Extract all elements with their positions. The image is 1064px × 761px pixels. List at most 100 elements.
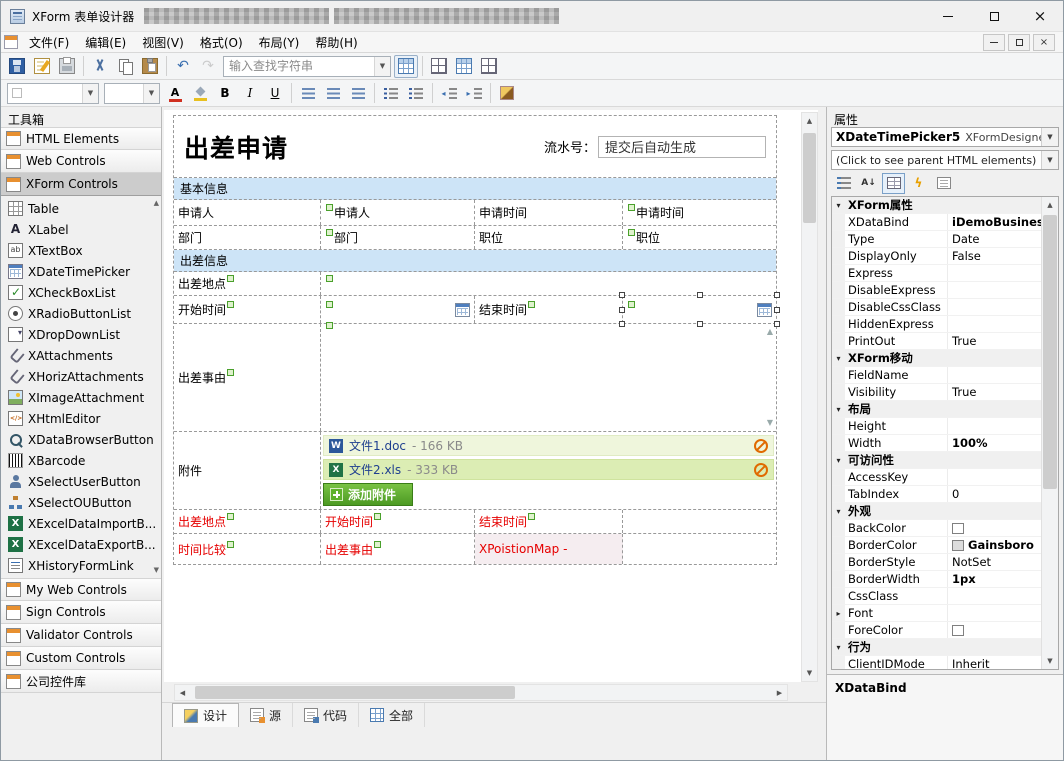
toolbox-category-xform-controls[interactable]: XForm Controls (1, 173, 161, 196)
toolbox-item-xbarcode[interactable]: XBarcode (1, 450, 161, 471)
edit-page-button[interactable] (30, 55, 54, 78)
applicant-field[interactable]: 申请人 (321, 200, 475, 225)
property-row[interactable]: VisibilityTrue (832, 384, 1041, 401)
selection-handle[interactable] (619, 307, 625, 313)
toolbox-item-xradiobuttonlist[interactable]: XRadioButtonList (1, 303, 161, 324)
property-row[interactable]: CssClass (832, 588, 1041, 605)
property-row[interactable]: PrintOutTrue (832, 333, 1041, 350)
hidden-start-label[interactable]: 开始时间 (321, 510, 475, 533)
scroll-up-icon[interactable]: ▲ (1043, 197, 1058, 213)
delete-attachment-icon[interactable] (754, 439, 768, 453)
design-horizontal-scrollbar[interactable]: ◀ ▶ (174, 684, 788, 701)
align-right-button[interactable] (346, 82, 370, 105)
design-canvas[interactable]: 出差申请 流水号： 提交后自动生成 基本信息 申请人 申请人 申请时间 申请时间 (173, 115, 788, 682)
events-view-button[interactable]: ϟ (907, 173, 930, 194)
property-row[interactable]: ▸Font (832, 605, 1041, 622)
time-compare-label[interactable]: 时间比较 (174, 534, 321, 564)
reason-textarea[interactable]: ▲ ▼ (321, 324, 776, 431)
cut-button[interactable] (88, 55, 112, 78)
file-name[interactable]: 文件1.doc (349, 437, 406, 454)
paste-button[interactable] (138, 55, 162, 78)
horizontal-scroll-thumb[interactable] (195, 686, 515, 699)
align-left-button[interactable] (296, 82, 320, 105)
section-basic-info[interactable]: 基本信息 (174, 178, 776, 200)
toolbox-item-xexceldataexport[interactable]: XExcelDataExportB... (1, 534, 161, 555)
search-input[interactable] (224, 57, 374, 76)
selection-handle[interactable] (697, 321, 703, 327)
property-category[interactable]: ▾XForm移动 (832, 350, 1041, 367)
attachment-file-row[interactable]: W 文件1.doc - 166 KB (323, 435, 774, 456)
selection-handle[interactable] (774, 292, 780, 298)
menu-view[interactable]: 视图(V) (134, 31, 192, 54)
bullet-list-button[interactable] (404, 82, 428, 105)
align-center-button[interactable] (321, 82, 345, 105)
end-time-datepicker-selected[interactable] (623, 296, 776, 323)
toolbox-item-xtextbox[interactable]: abXTextBox (1, 240, 161, 261)
outdent-button[interactable]: ◂ (437, 82, 461, 105)
attachments-control[interactable]: W 文件1.doc - 166 KB X 文件2.xls - 333 KB (321, 432, 776, 509)
object-selector-dropdown[interactable]: XDateTimePicker5 XFormDesigner.Fi ▼ (831, 127, 1059, 147)
bold-button[interactable]: B (213, 82, 237, 105)
toolbox-category-html-elements[interactable]: HTML Elements (1, 127, 161, 150)
tab-all[interactable]: 全部 (359, 703, 425, 727)
property-row[interactable]: Express (832, 265, 1041, 282)
italic-button[interactable]: I (238, 82, 262, 105)
property-category[interactable]: ▾行为 (832, 639, 1041, 656)
toolbox-item-ximageattachment[interactable]: XImageAttachment (1, 387, 161, 408)
start-time-datepicker[interactable] (321, 296, 475, 323)
property-row[interactable]: XDataBindiDemoBusinessTri (832, 214, 1041, 231)
font-color-button[interactable]: A (163, 82, 187, 105)
toolbox-scroll-up-icon[interactable]: ▲ (154, 200, 159, 207)
toolbox-scroll-down-icon[interactable]: ▼ (154, 567, 159, 574)
toolbox-item-xselectoubutton[interactable]: XSelectOUButton (1, 492, 161, 513)
toolbox-item-xselectuserbutton[interactable]: XSelectUserButton (1, 471, 161, 492)
table-header-button[interactable] (452, 55, 476, 78)
property-row[interactable]: AccessKey (832, 469, 1041, 486)
toolbox-category-my-web-controls[interactable]: My Web Controls (1, 578, 161, 601)
tab-design[interactable]: 设计 (172, 703, 239, 727)
font-size-combo[interactable]: ▼ (104, 83, 160, 104)
numbered-list-button[interactable] (379, 82, 403, 105)
selection-handle[interactable] (697, 292, 703, 298)
calendar-icon[interactable] (757, 303, 772, 317)
properties-scroll-thumb[interactable] (1043, 215, 1057, 489)
toolbox-item-xdatetimepicker[interactable]: XDateTimePicker (1, 261, 161, 282)
dropdown-arrow-icon[interactable]: ▼ (1041, 128, 1058, 146)
property-category[interactable]: ▾可访问性 (832, 452, 1041, 469)
attachment-file-row[interactable]: X 文件2.xls - 333 KB (323, 459, 774, 480)
underline-button[interactable]: U (263, 82, 287, 105)
add-attachment-button[interactable]: 添加附件 (323, 483, 413, 506)
close-button[interactable]: × (1017, 1, 1063, 31)
toolbox-item-xhtmleditor[interactable]: XHtmlEditor (1, 408, 161, 429)
toolbox-item-table[interactable]: Table (1, 198, 161, 219)
indent-button[interactable]: ▸ (462, 82, 486, 105)
selection-handle[interactable] (619, 321, 625, 327)
property-row[interactable]: ForeColor (832, 622, 1041, 639)
menu-format[interactable]: 格式(O) (192, 31, 251, 54)
property-row[interactable]: BackColor (832, 520, 1041, 537)
scroll-down-icon[interactable]: ▼ (802, 665, 817, 681)
parent-element-dropdown[interactable]: (Click to see parent HTML elements) ▼ (831, 150, 1059, 170)
save-button[interactable] (5, 55, 29, 78)
property-row[interactable]: DisableExpress (832, 282, 1041, 299)
section-trip-info[interactable]: 出差信息 (174, 250, 776, 272)
categorized-view-button[interactable] (832, 173, 855, 194)
hidden-location-label[interactable]: 出差地点 (174, 510, 321, 533)
file-name[interactable]: 文件2.xls (349, 461, 401, 478)
copy-button[interactable] (113, 55, 137, 78)
menu-file[interactable]: 文件(F) (21, 31, 77, 54)
toolbox-category-custom-controls[interactable]: Custom Controls (1, 647, 161, 670)
minimize-button[interactable] (925, 1, 971, 31)
alphabetical-sort-button[interactable]: A↓ (857, 173, 880, 194)
toolbox-category-validator-controls[interactable]: Validator Controls (1, 624, 161, 647)
properties-view-button[interactable] (882, 173, 905, 194)
property-row[interactable]: ClientIDModeInherit (832, 656, 1041, 669)
property-row[interactable]: TabIndex0 (832, 486, 1041, 503)
scroll-down-icon[interactable]: ▼ (1043, 653, 1058, 669)
toolbox-item-xdropdownlist[interactable]: XDropDownList (1, 324, 161, 345)
selection-handle[interactable] (619, 292, 625, 298)
mdi-restore-button[interactable] (1008, 34, 1030, 51)
location-textbox[interactable] (321, 272, 776, 295)
menu-help[interactable]: 帮助(H) (307, 31, 365, 54)
format-painter-button[interactable] (495, 82, 519, 105)
